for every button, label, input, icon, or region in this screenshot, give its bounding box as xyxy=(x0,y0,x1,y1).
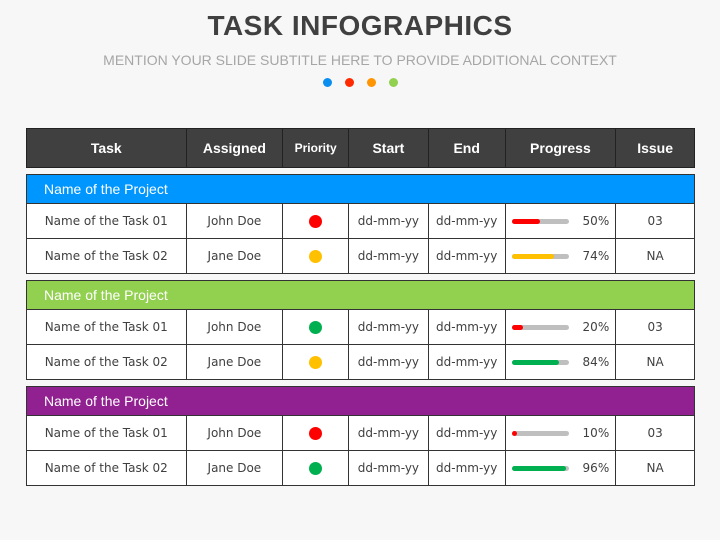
column-header-start: Start xyxy=(349,129,429,167)
column-header-issue: Issue xyxy=(637,140,673,156)
dot-icon xyxy=(344,78,354,87)
priority-cell xyxy=(283,204,350,238)
table-header: Task Assigned Priority Start End Progres… xyxy=(26,128,695,168)
table-row: Name of the Task 02 Jane Doe dd-mm-yy dd… xyxy=(26,344,695,380)
end-date: dd-mm-yy xyxy=(429,345,506,379)
task-name: Name of the Task 02 xyxy=(27,451,187,485)
progress-label: 84% xyxy=(582,355,610,369)
column-header-end: End xyxy=(429,129,506,167)
progress-fill xyxy=(511,465,567,471)
priority-dot-icon xyxy=(309,461,323,475)
project-header: Name of the Project xyxy=(26,174,695,203)
assignee: Jane Doe xyxy=(187,239,284,273)
project-header: Name of the Project xyxy=(26,386,695,415)
priority-dot-icon xyxy=(309,320,323,334)
progress-label: 20% xyxy=(582,320,610,334)
project-group: Name of the Project Name of the Task 01 … xyxy=(26,174,695,274)
issue-count: NA xyxy=(646,249,664,263)
end-date: dd-mm-yy xyxy=(429,310,506,344)
assignee: John Doe xyxy=(187,416,284,450)
progress-label: 74% xyxy=(582,249,610,263)
progress-label: 50% xyxy=(582,214,610,228)
progress-cell: 84% xyxy=(506,345,617,379)
slide-title: TASK INFOGRAPHICS xyxy=(207,10,513,41)
priority-cell xyxy=(283,345,350,379)
issue-count: 03 xyxy=(647,426,663,440)
start-date: dd-mm-yy xyxy=(349,451,429,485)
priority-cell xyxy=(283,451,350,485)
progress-fill xyxy=(511,324,523,330)
issue-count: NA xyxy=(646,355,664,369)
issue-count: NA xyxy=(646,461,664,475)
table-row: Name of the Task 01 John Doe dd-mm-yy dd… xyxy=(26,203,695,239)
progress-bar xyxy=(511,253,569,259)
progress-cell: 10% xyxy=(506,416,617,450)
column-header-priority: Priority xyxy=(283,129,350,167)
progress-bar xyxy=(511,430,569,436)
table-row: Name of the Task 01 John Doe dd-mm-yy dd… xyxy=(26,415,695,451)
progress-label: 96% xyxy=(582,461,610,475)
progress-bar xyxy=(511,218,569,224)
progress-fill xyxy=(511,430,518,436)
decorative-dots xyxy=(0,78,720,87)
task-name: Name of the Task 01 xyxy=(27,416,187,450)
slide-subtitle: MENTION YOUR SLIDE SUBTITLE HERE TO PROV… xyxy=(103,52,617,68)
column-header-task: Task xyxy=(27,129,187,167)
end-date: dd-mm-yy xyxy=(429,451,506,485)
start-date: dd-mm-yy xyxy=(349,345,429,379)
issue-count: 03 xyxy=(647,320,663,334)
priority-cell xyxy=(283,310,350,344)
priority-dot-icon xyxy=(309,214,323,228)
progress-bar xyxy=(511,465,569,471)
dot-icon xyxy=(388,78,398,87)
progress-label: 10% xyxy=(582,426,610,440)
progress-fill xyxy=(511,218,541,224)
start-date: dd-mm-yy xyxy=(349,204,429,238)
priority-dot-icon xyxy=(309,249,323,263)
priority-dot-icon xyxy=(309,426,323,440)
priority-cell xyxy=(283,239,350,273)
column-header-progress: Progress xyxy=(506,129,617,167)
task-name: Name of the Task 02 xyxy=(27,239,187,273)
task-name: Name of the Task 01 xyxy=(27,310,187,344)
dot-icon xyxy=(366,78,376,87)
dot-icon xyxy=(322,78,332,87)
progress-cell: 74% xyxy=(506,239,617,273)
progress-cell: 20% xyxy=(506,310,617,344)
priority-cell xyxy=(283,416,350,450)
project-group: Name of the Project Name of the Task 01 … xyxy=(26,386,695,486)
table-row: Name of the Task 02 Jane Doe dd-mm-yy dd… xyxy=(26,238,695,274)
start-date: dd-mm-yy xyxy=(349,310,429,344)
assignee: John Doe xyxy=(187,310,284,344)
priority-dot-icon xyxy=(309,355,323,369)
progress-bar xyxy=(511,359,569,365)
start-date: dd-mm-yy xyxy=(349,416,429,450)
end-date: dd-mm-yy xyxy=(429,239,506,273)
assignee: Jane Doe xyxy=(187,451,284,485)
progress-bar xyxy=(511,324,569,330)
progress-cell: 96% xyxy=(506,451,617,485)
end-date: dd-mm-yy xyxy=(429,204,506,238)
project-header: Name of the Project xyxy=(26,280,695,309)
progress-cell: 50% xyxy=(506,204,617,238)
start-date: dd-mm-yy xyxy=(349,239,429,273)
issue-count: 03 xyxy=(647,214,663,228)
progress-fill xyxy=(511,359,560,365)
assignee: Jane Doe xyxy=(187,345,284,379)
progress-fill xyxy=(511,253,554,259)
task-name: Name of the Task 01 xyxy=(27,204,187,238)
column-header-assigned: Assigned xyxy=(187,129,284,167)
table-row: Name of the Task 02 Jane Doe dd-mm-yy dd… xyxy=(26,450,695,486)
project-group: Name of the Project Name of the Task 01 … xyxy=(26,280,695,380)
task-name: Name of the Task 02 xyxy=(27,345,187,379)
table-row: Name of the Task 01 John Doe dd-mm-yy dd… xyxy=(26,309,695,345)
assignee: John Doe xyxy=(187,204,284,238)
task-table: Task Assigned Priority Start End Progres… xyxy=(26,128,695,486)
project-groups: Name of the Project Name of the Task 01 … xyxy=(26,174,695,486)
end-date: dd-mm-yy xyxy=(429,416,506,450)
